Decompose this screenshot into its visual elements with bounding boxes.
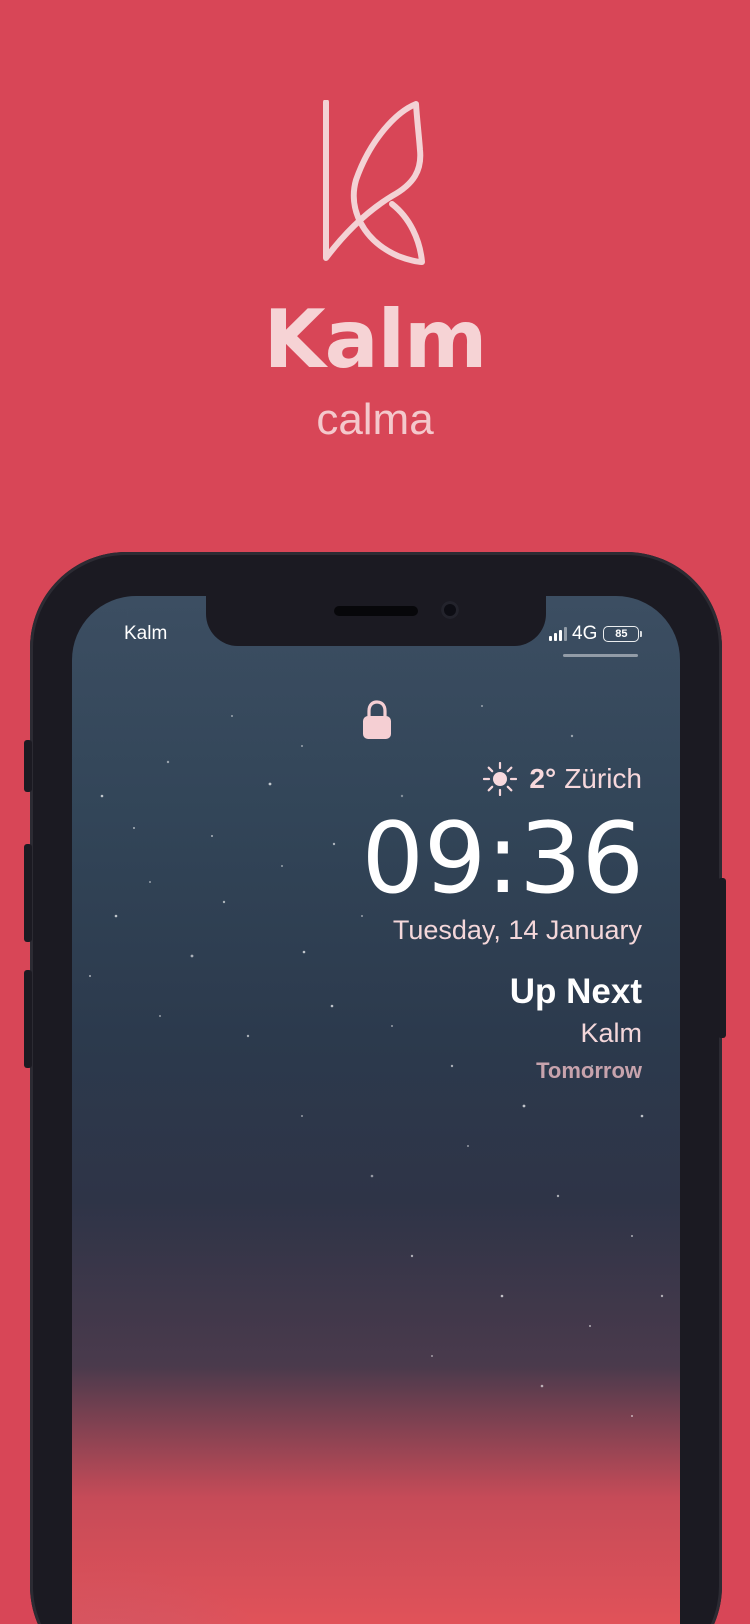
weather-city: Zürich (564, 763, 642, 794)
sun-icon (483, 762, 518, 796)
phone-notch (206, 594, 546, 646)
weather-widget: 2° Zürich (483, 762, 642, 796)
earpiece-speaker (334, 606, 418, 616)
side-button-volume-down (24, 970, 32, 1068)
up-next-when: Tomorrow (536, 1058, 642, 1083)
battery-icon: 85 (603, 626, 643, 642)
app-store-screenshot: Kalm calma Kalm 4G 85 2° Zürich 09:36 Tu… (0, 0, 750, 1624)
control-center-indicator[interactable] (563, 654, 638, 657)
lock-icon (363, 700, 391, 739)
side-button-power (718, 878, 726, 1038)
lock-screen-date: Tuesday, 14 January (392, 915, 642, 945)
status-bar-indicators: 4G 85 (549, 623, 643, 644)
weather-temperature: 2° (529, 763, 557, 794)
battery-level: 85 (615, 628, 628, 640)
network-type: 4G (572, 623, 598, 644)
cellular-signal-icon (549, 627, 567, 641)
side-button-volume-up (24, 844, 32, 942)
side-button-mute (24, 740, 32, 792)
lock-screen-time: 09:36 (361, 802, 644, 916)
status-bar-app-label: Kalm (124, 623, 168, 644)
leaf-k-logo-icon (323, 100, 425, 265)
front-camera (441, 601, 459, 619)
lock-screen-wallpaper (72, 596, 680, 1624)
brand-name: Kalm (263, 293, 488, 386)
up-next-app[interactable]: Kalm (580, 1020, 642, 1047)
up-next-heading: Up Next (509, 972, 642, 1011)
brand-tagline: calma (316, 395, 434, 444)
